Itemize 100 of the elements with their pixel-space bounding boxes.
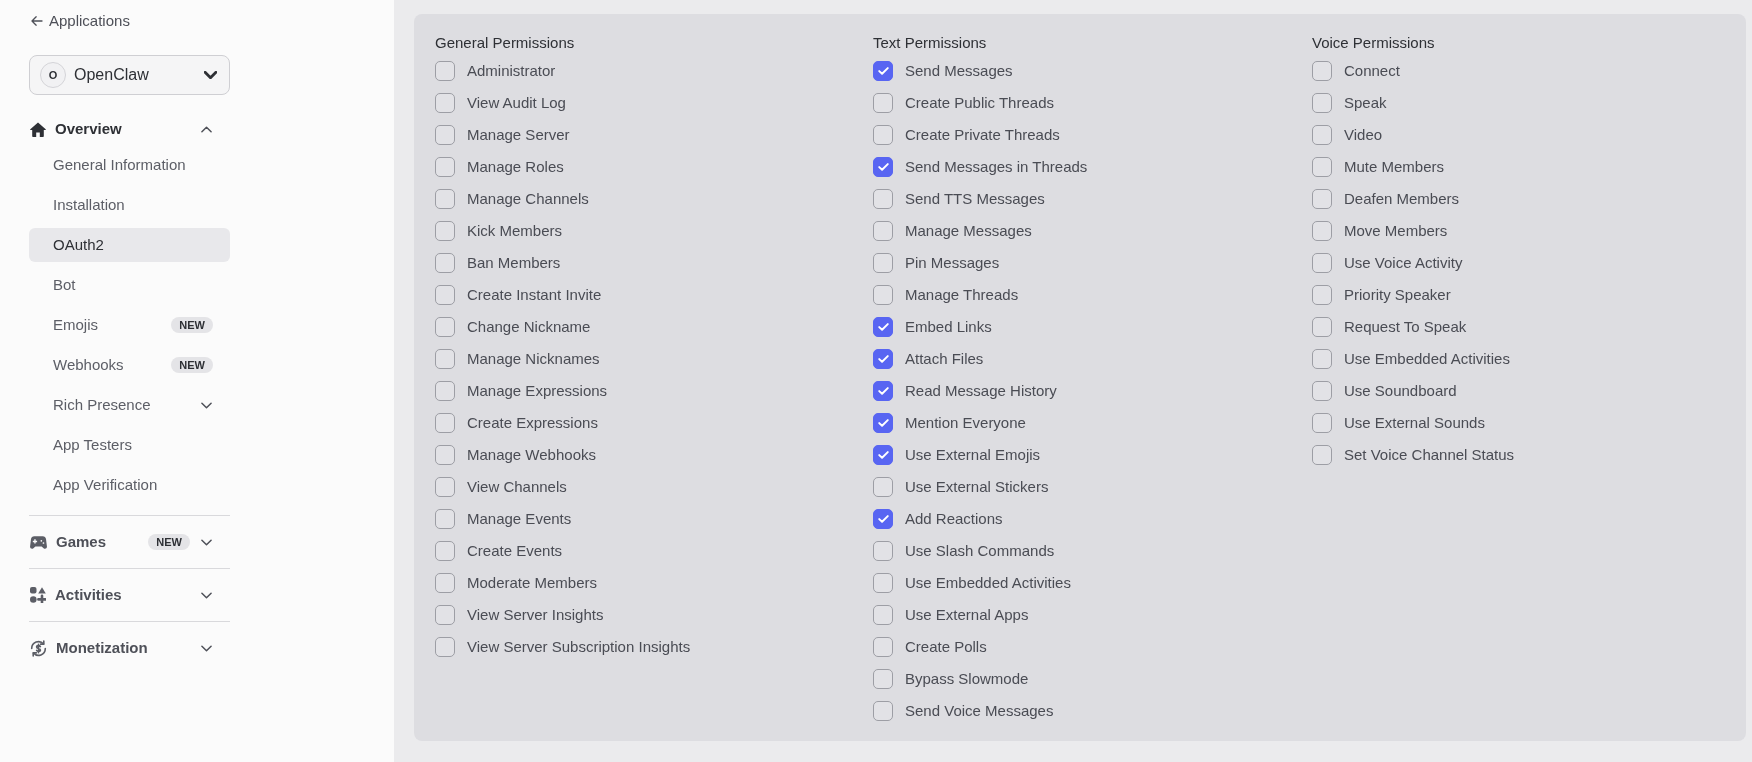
checkbox[interactable] bbox=[435, 509, 455, 529]
checkbox[interactable] bbox=[435, 605, 455, 625]
checkbox[interactable] bbox=[1312, 285, 1332, 305]
nav-item[interactable]: Bot bbox=[29, 268, 230, 302]
checkbox[interactable] bbox=[873, 669, 893, 689]
checkbox[interactable] bbox=[873, 61, 893, 81]
checkbox[interactable] bbox=[435, 285, 455, 305]
checkbox[interactable] bbox=[873, 445, 893, 465]
permission-label: Create Expressions bbox=[467, 412, 598, 433]
gamepad-icon bbox=[30, 535, 47, 549]
back-link[interactable]: Applications bbox=[29, 11, 230, 31]
permission-label: Manage Expressions bbox=[467, 380, 608, 401]
permission-label: Use Embedded Activities bbox=[905, 572, 1071, 593]
checkbox[interactable] bbox=[435, 93, 455, 113]
chevron-down-icon bbox=[204, 71, 217, 79]
checkbox[interactable] bbox=[435, 221, 455, 241]
permission-label: Create Polls bbox=[905, 636, 987, 657]
permission-label: Use Soundboard bbox=[1344, 380, 1457, 401]
nav-section-header[interactable]: Overview bbox=[29, 117, 230, 141]
permission-label: Embed Links bbox=[905, 316, 992, 337]
checkbox[interactable] bbox=[1312, 189, 1332, 209]
checkbox[interactable] bbox=[435, 61, 455, 81]
permission-label: Bypass Slowmode bbox=[905, 668, 1029, 689]
permission-label: Create Public Threads bbox=[905, 92, 1054, 113]
permission-label: Use External Apps bbox=[905, 604, 1029, 625]
nav-item[interactable]: Installation bbox=[29, 188, 230, 222]
permission-label: Manage Webhooks bbox=[467, 444, 596, 465]
checkbox[interactable] bbox=[1312, 253, 1332, 273]
checkbox[interactable] bbox=[873, 413, 893, 433]
permission-label: Send Messages bbox=[905, 60, 1013, 81]
permission-label: Mute Members bbox=[1344, 156, 1445, 177]
nav-item[interactable]: App Testers bbox=[29, 428, 230, 462]
nav-section-header[interactable]: Games NEW bbox=[29, 516, 230, 568]
nav-item[interactable]: OAuth2 bbox=[29, 228, 230, 262]
checkbox[interactable] bbox=[435, 445, 455, 465]
checkbox[interactable] bbox=[873, 701, 893, 721]
checkbox[interactable] bbox=[435, 541, 455, 561]
permission-label: Moderate Members bbox=[467, 572, 598, 593]
nav-item[interactable]: Emojis NEW bbox=[29, 308, 230, 342]
checkbox[interactable] bbox=[435, 477, 455, 497]
checkbox[interactable] bbox=[873, 285, 893, 305]
permission-label: View Server Insights bbox=[467, 604, 604, 625]
checkbox[interactable] bbox=[873, 221, 893, 241]
nav-section-header[interactable]: Monetization bbox=[29, 622, 230, 674]
permission-label: Send TTS Messages bbox=[905, 188, 1045, 209]
checkbox[interactable] bbox=[873, 349, 893, 369]
permission-label: Use External Stickers bbox=[905, 476, 1049, 497]
nav-section-header[interactable]: Activities bbox=[29, 569, 230, 621]
checkbox[interactable] bbox=[1312, 221, 1332, 241]
checkbox[interactable] bbox=[873, 637, 893, 657]
checkbox[interactable] bbox=[873, 477, 893, 497]
checkbox[interactable] bbox=[873, 125, 893, 145]
permission-label: Connect bbox=[1344, 60, 1400, 81]
nav-item[interactable]: App Verification bbox=[29, 468, 230, 502]
permission-label: View Channels bbox=[467, 476, 567, 497]
checkbox[interactable] bbox=[1312, 61, 1332, 81]
checkbox[interactable] bbox=[1312, 93, 1332, 113]
checkbox[interactable] bbox=[1312, 349, 1332, 369]
checkbox[interactable] bbox=[435, 413, 455, 433]
checkbox[interactable] bbox=[1312, 125, 1332, 145]
checkmark-icon bbox=[877, 355, 889, 363]
nav-item[interactable]: General Information bbox=[29, 148, 230, 182]
checkbox[interactable] bbox=[435, 317, 455, 337]
checkmark-icon bbox=[877, 451, 889, 459]
checkbox[interactable] bbox=[873, 93, 893, 113]
checkbox[interactable] bbox=[873, 509, 893, 529]
checkbox[interactable] bbox=[435, 189, 455, 209]
nav-item[interactable]: Webhooks NEW bbox=[29, 348, 230, 382]
app-avatar: O bbox=[40, 62, 66, 88]
checkbox[interactable] bbox=[873, 317, 893, 337]
new-badge: NEW bbox=[171, 357, 213, 373]
checkbox[interactable] bbox=[873, 381, 893, 401]
permission-label: View Audit Log bbox=[467, 92, 566, 113]
permission-label: Add Reactions bbox=[905, 508, 1003, 529]
checkbox[interactable] bbox=[435, 349, 455, 369]
checkbox[interactable] bbox=[873, 541, 893, 561]
checkbox[interactable] bbox=[1312, 157, 1332, 177]
checkbox[interactable] bbox=[1312, 413, 1332, 433]
checkbox[interactable] bbox=[435, 157, 455, 177]
checkbox[interactable] bbox=[873, 157, 893, 177]
checkbox[interactable] bbox=[435, 125, 455, 145]
checkbox[interactable] bbox=[1312, 381, 1332, 401]
permission-label: Manage Threads bbox=[905, 284, 1019, 305]
app-selector-dropdown[interactable]: O OpenClaw bbox=[29, 55, 230, 95]
permission-group-title: Text Permissions bbox=[873, 33, 987, 53]
checkbox[interactable] bbox=[1312, 445, 1332, 465]
checkmark-icon bbox=[877, 323, 889, 331]
checkbox[interactable] bbox=[873, 253, 893, 273]
nav-item[interactable]: Rich Presence bbox=[29, 388, 230, 422]
checkbox[interactable] bbox=[435, 381, 455, 401]
checkbox[interactable] bbox=[435, 637, 455, 657]
checkbox[interactable] bbox=[435, 253, 455, 273]
checkbox[interactable] bbox=[873, 189, 893, 209]
permission-label: Change Nickname bbox=[467, 316, 591, 337]
new-badge: NEW bbox=[148, 534, 190, 550]
permission-label: Manage Server bbox=[467, 124, 570, 145]
checkbox[interactable] bbox=[1312, 317, 1332, 337]
checkbox[interactable] bbox=[873, 605, 893, 625]
checkbox[interactable] bbox=[873, 573, 893, 593]
checkbox[interactable] bbox=[435, 573, 455, 593]
